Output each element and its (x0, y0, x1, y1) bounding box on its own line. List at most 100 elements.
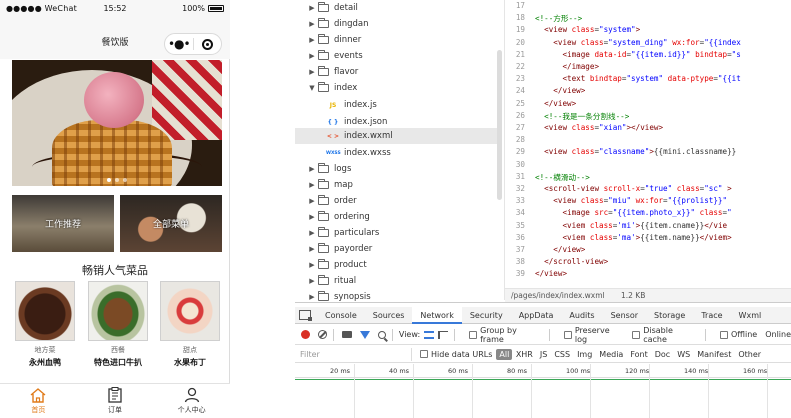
tree-folder[interactable]: ▶ map (307, 177, 353, 193)
group-by-frame-checkbox[interactable] (469, 330, 478, 339)
code-line[interactable]: 38 </scroll-view> (505, 257, 608, 269)
type-filter-ws[interactable]: WS (674, 350, 694, 359)
tab-wxml[interactable]: Wxml (731, 307, 770, 324)
code-line[interactable]: 37 </view> (505, 245, 585, 257)
code-line[interactable]: 27 <view class="xian"></view> (505, 123, 663, 135)
filter-input[interactable]: Filter (297, 347, 412, 361)
tree-folder[interactable]: ▶ ordering (307, 209, 370, 225)
banner-swiper[interactable] (12, 60, 222, 186)
code-line[interactable]: 33 <view class="miu" wx:for="{{prolist}}… (505, 196, 732, 208)
code-editor[interactable]: 17 18 <!--方形--> 19 <view class="system"> 20 … (505, 0, 791, 288)
type-filter-font[interactable]: Font (627, 350, 651, 359)
code-text: </image> (562, 62, 600, 71)
folder-shape (317, 243, 329, 253)
folder-shape (317, 163, 329, 173)
type-filter-manifest[interactable]: Manifest (694, 350, 735, 359)
type-filter-xhr[interactable]: XHR (512, 350, 536, 359)
tree-folder[interactable]: ▶ payorder (307, 241, 372, 257)
line-number: 32 (515, 184, 525, 193)
throttling-select[interactable]: Online (765, 330, 791, 339)
code-line[interactable]: 19 <view class="system"> (505, 25, 640, 37)
hide-data-urls-checkbox[interactable] (420, 350, 428, 358)
type-filter-other[interactable]: Other (735, 350, 765, 359)
code-line[interactable]: 39 </view> (505, 269, 567, 281)
open-folder-icon (317, 82, 329, 93)
inspect-element-icon[interactable] (299, 310, 312, 321)
tree-folder[interactable]: ▶ order (307, 193, 357, 209)
tree-folder[interactable]: ▶ detail (307, 0, 358, 16)
tree-folder[interactable]: ▶ particulars (307, 225, 379, 241)
search-icon[interactable] (377, 330, 386, 339)
tree-folder[interactable]: ▶ flavor (307, 64, 358, 80)
type-filter-doc[interactable]: Doc (651, 350, 673, 359)
type-filter-media[interactable]: Media (596, 350, 627, 359)
preserve-log-checkbox[interactable] (563, 330, 572, 339)
record-icon[interactable] (301, 330, 310, 339)
offline-checkbox[interactable] (719, 330, 728, 339)
code-line[interactable]: 21 <image data-id="{{item.id}}" bindtap=… (505, 50, 741, 62)
tab-audits[interactable]: Audits (561, 307, 602, 324)
tree-folder[interactable]: ▶ logs (307, 161, 351, 177)
waterfall-icon[interactable] (438, 330, 449, 339)
code-line[interactable]: 23 <text bindtap="system" data-ptype="{{… (505, 74, 741, 86)
code-line[interactable]: 34 <image src="{{item.photo_x}}" class=" (505, 208, 732, 220)
code-text: <!--方形--> (535, 14, 583, 24)
code-line[interactable]: 22 </image> (505, 62, 599, 74)
dish-card[interactable]: 地方菜 永州血鸭 (15, 281, 75, 368)
tab-trace[interactable]: Trace (693, 307, 730, 324)
type-filter-all[interactable]: All (496, 348, 513, 360)
screenshot-icon[interactable] (341, 331, 352, 338)
tab-sensor[interactable]: Sensor (603, 307, 646, 324)
close-miniprogram-button[interactable] (194, 38, 222, 50)
code-line[interactable]: 31 <!--横滑动--> (505, 172, 590, 184)
code-line[interactable]: 36 <viem class='ma'>{{item.name}}</viem> (505, 233, 732, 245)
tab-appdata[interactable]: AppData (511, 307, 562, 324)
tab-network[interactable]: Network (412, 306, 462, 324)
dish-card[interactable]: 甜点 水果布丁 (160, 281, 220, 368)
entry-full-menu[interactable]: 全部菜单 (120, 195, 222, 252)
disable-cache-checkbox[interactable] (632, 330, 641, 339)
code-line[interactable]: 28 (505, 135, 535, 147)
tree-folder-label: map (334, 180, 353, 190)
tree-file-selected[interactable]: < > index.wxml (295, 128, 500, 144)
folder-shape (317, 2, 329, 12)
tree-scrollbar[interactable] (497, 50, 502, 200)
code-text: <view class="classname">{{mini.classname… (544, 147, 737, 157)
entry-recommend[interactable]: 工作推荐 (12, 195, 114, 252)
code-line[interactable]: 30 (505, 160, 535, 172)
code-text: </scroll-view> (544, 257, 609, 267)
code-line[interactable]: 32 <scroll-view scroll-x="true" class="s… (505, 184, 732, 196)
code-line[interactable]: 20 <view class="system_ding" wx:for="{{i… (505, 38, 741, 50)
tab-sources[interactable]: Sources (365, 307, 413, 324)
code-line[interactable]: 24 </view> (505, 86, 585, 98)
tab-console[interactable]: Console (317, 307, 365, 324)
code-line[interactable]: 35 <viem class='mi'>{{item.cname}}</vie (505, 221, 727, 233)
code-line[interactable]: 18 <!--方形--> (505, 13, 582, 25)
large-rows-icon[interactable] (424, 330, 435, 339)
tree-folder-open[interactable]: ▼ index (307, 80, 357, 96)
more-menu-button[interactable]: •●• (165, 38, 193, 50)
tree-file[interactable]: WXSS index.wxss (295, 145, 500, 161)
tab-home[interactable]: 首页 (0, 384, 77, 418)
tree-folder[interactable]: ▶ dinner (307, 32, 361, 48)
tree-folder[interactable]: ▶ product (307, 257, 367, 273)
code-line[interactable]: 26 <!--我是一条分割线--> (505, 111, 629, 123)
file-tree: ▶ detail ▶ dingdan ▶ dinner ▶ events ▶ flavor… (295, 0, 505, 302)
tab-security[interactable]: Security (462, 307, 511, 324)
type-filter-img[interactable]: Img (574, 350, 596, 359)
tree-folder[interactable]: ▶ dingdan (307, 16, 369, 32)
tree-file[interactable]: JS index.js (295, 97, 500, 113)
tree-folder[interactable]: ▶ events (307, 48, 363, 64)
tab-storage[interactable]: Storage (646, 307, 693, 324)
type-filter-js[interactable]: JS (536, 350, 550, 359)
code-line[interactable]: 25 </view> (505, 99, 576, 111)
dish-card[interactable]: 西餐 特色进口牛扒 (88, 281, 148, 368)
tab-profile[interactable]: 个人中心 (153, 384, 230, 418)
code-line[interactable]: 29 <view class="classname">{{mini.classn… (505, 147, 736, 159)
tab-order[interactable]: 订单 (77, 384, 154, 418)
code-line[interactable]: 17 (505, 1, 535, 13)
clear-icon[interactable] (317, 330, 327, 339)
type-filter-css[interactable]: CSS (551, 350, 574, 359)
tree-folder[interactable]: ▶ ritual (307, 273, 356, 289)
filter-icon[interactable] (359, 330, 370, 339)
